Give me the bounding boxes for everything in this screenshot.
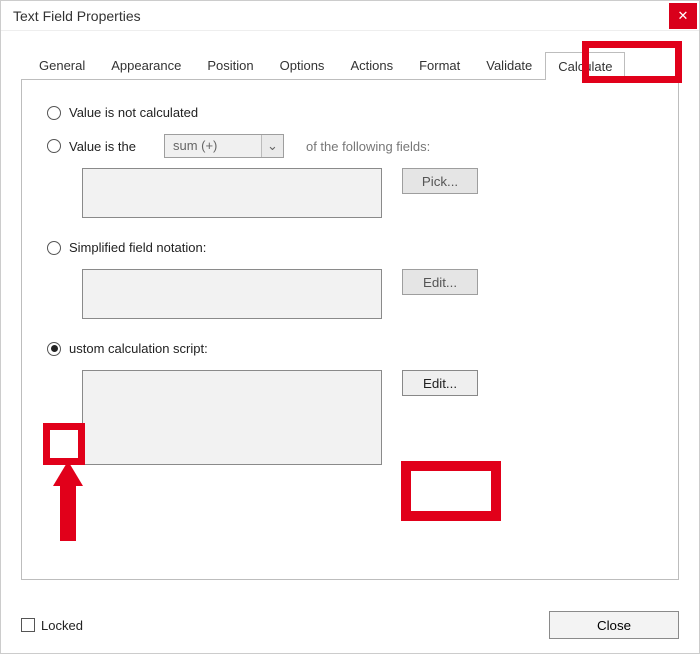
option-simplified[interactable]: Simplified field notation: [47, 240, 653, 255]
locked-checkbox[interactable] [21, 618, 35, 632]
radio-custom-script[interactable] [47, 342, 61, 356]
tab-general[interactable]: General [26, 51, 98, 79]
operation-combo-value: sum (+) [165, 135, 261, 157]
dialog-footer: Locked Close [21, 611, 679, 639]
radio-simplified[interactable] [47, 241, 61, 255]
radio-value-is-the[interactable] [47, 139, 61, 153]
dialog-body: General Appearance Position Options Acti… [1, 31, 699, 590]
title-bar: Text Field Properties ✕ [1, 1, 699, 31]
simplified-textarea[interactable] [82, 269, 382, 319]
tab-validate[interactable]: Validate [473, 51, 545, 79]
tab-calculate[interactable]: Calculate [545, 52, 625, 80]
tab-options[interactable]: Options [267, 51, 338, 79]
window-title: Text Field Properties [13, 8, 669, 24]
label-custom-script: ustom calculation script: [69, 341, 208, 356]
chevron-down-icon: ⌄ [261, 135, 283, 157]
locked-label: Locked [41, 618, 83, 633]
pick-button[interactable]: Pick... [402, 168, 478, 194]
operation-combo[interactable]: sum (+) ⌄ [164, 134, 284, 158]
label-simplified: Simplified field notation: [69, 240, 206, 255]
window-close-button[interactable]: ✕ [669, 3, 697, 29]
option-value-is-the[interactable]: Value is the sum (+) ⌄ of the following … [47, 134, 653, 158]
tab-format[interactable]: Format [406, 51, 473, 79]
custom-script-textarea[interactable] [82, 370, 382, 465]
tab-position[interactable]: Position [194, 51, 266, 79]
simplified-row: Edit... [82, 269, 653, 319]
custom-script-row: Edit... [82, 370, 653, 465]
close-button[interactable]: Close [549, 611, 679, 639]
label-value-is-the: Value is the [69, 139, 136, 154]
tab-actions[interactable]: Actions [337, 51, 406, 79]
fields-list-textarea[interactable] [82, 168, 382, 218]
label-not-calculated: Value is not calculated [69, 105, 198, 120]
custom-script-edit-button[interactable]: Edit... [402, 370, 478, 396]
option-not-calculated[interactable]: Value is not calculated [47, 105, 653, 120]
tab-panel-calculate: Value is not calculated Value is the sum… [21, 80, 679, 580]
tab-strip: General Appearance Position Options Acti… [21, 51, 679, 80]
label-of-fields: of the following fields: [306, 139, 430, 154]
fields-picker-row: Pick... [82, 168, 653, 218]
option-custom-script[interactable]: ustom calculation script: [47, 341, 653, 356]
close-icon: ✕ [678, 8, 689, 24]
simplified-edit-button[interactable]: Edit... [402, 269, 478, 295]
radio-not-calculated[interactable] [47, 106, 61, 120]
tab-appearance[interactable]: Appearance [98, 51, 194, 79]
